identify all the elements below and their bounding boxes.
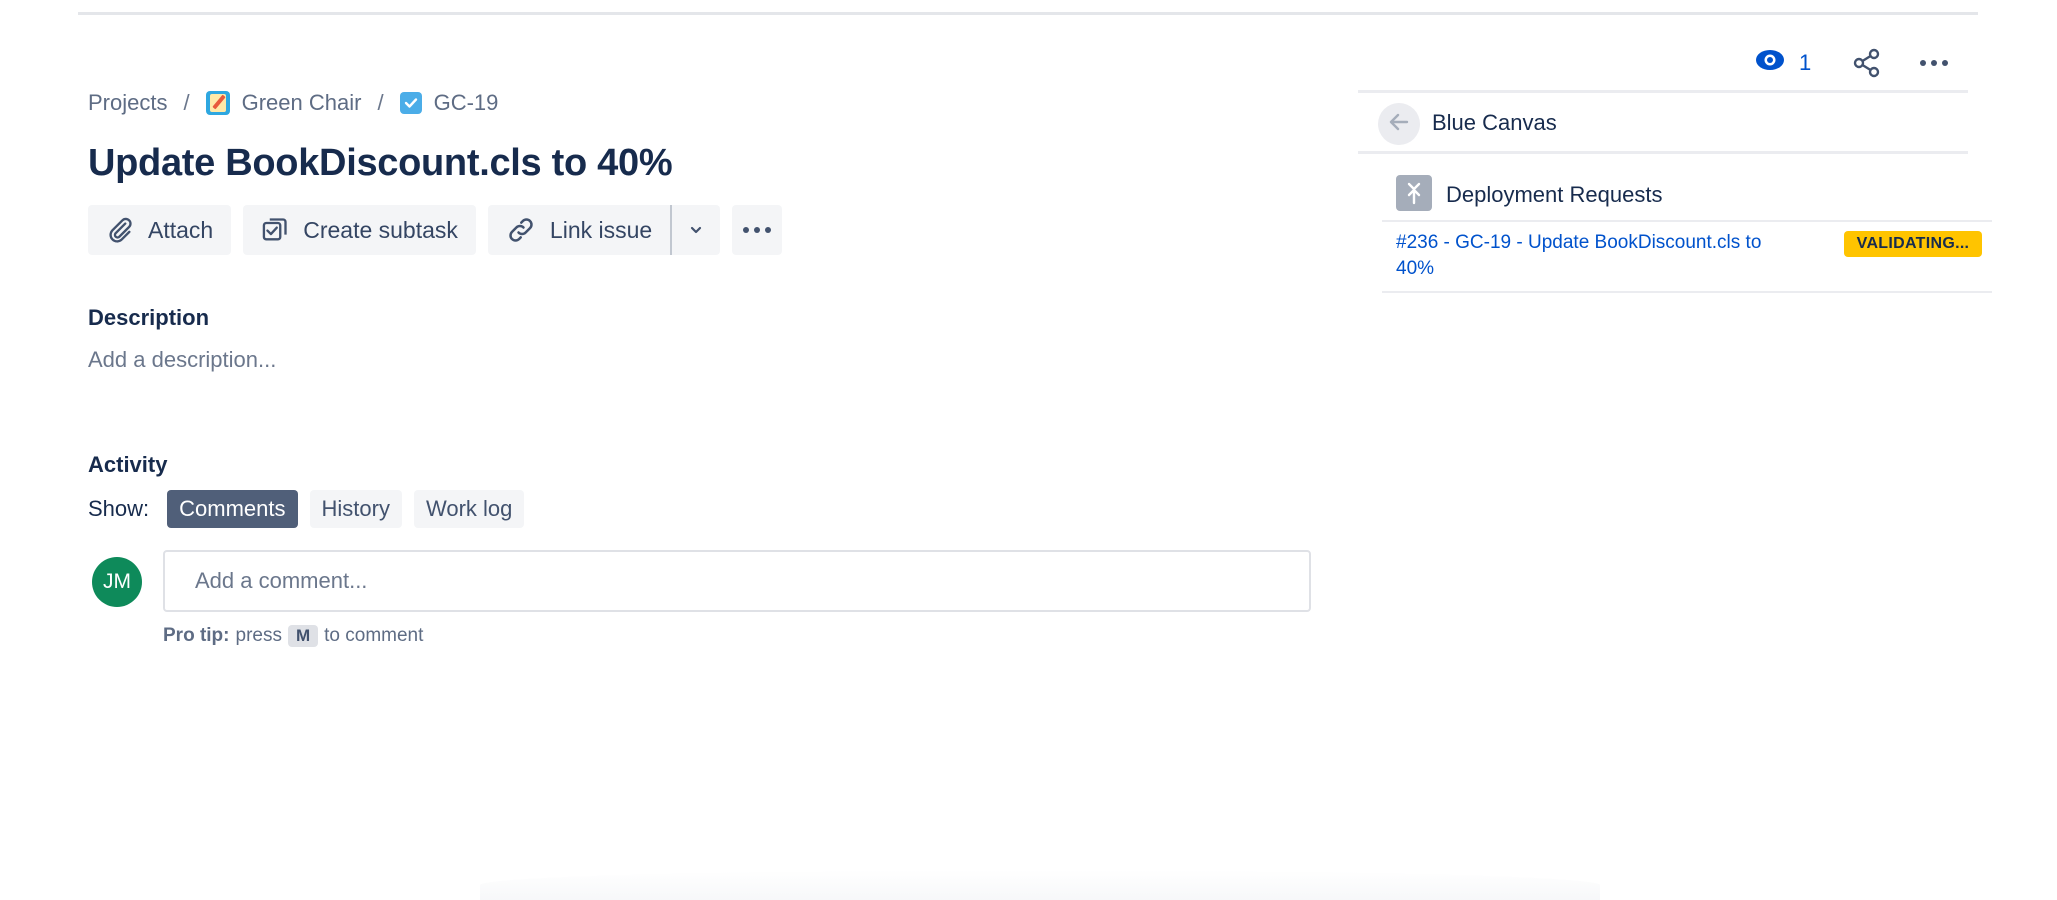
description-heading: Description — [88, 305, 210, 330]
more-actions-button[interactable] — [732, 205, 783, 255]
more-icon — [743, 227, 772, 233]
top-divider — [78, 12, 1978, 15]
status-badge: VALIDATING... — [1844, 231, 1982, 257]
pro-tip: Pro tip: press M to comment — [163, 625, 423, 647]
activity-filter: Show: Comments History Work log — [88, 490, 525, 528]
deployment-requests-title: Deployment Requests — [1446, 182, 1663, 207]
create-subtask-button[interactable]: Create subtask — [243, 205, 476, 255]
activity-heading: Activity — [88, 452, 168, 477]
chevron-down-icon — [688, 222, 704, 238]
issue-toolbar: Attach Create subtask Link issue — [88, 205, 783, 255]
pro-tip-key: M — [287, 625, 319, 647]
breadcrumb-project[interactable]: Green Chair — [205, 90, 362, 116]
panel-divider — [1358, 151, 1968, 154]
link-issue-split-button: Link issue — [487, 205, 721, 255]
link-issue-label: Link issue — [549, 216, 653, 243]
breadcrumb-issue[interactable]: GC-19 — [399, 90, 499, 116]
breadcrumb-issue-key: GC-19 — [433, 90, 499, 115]
link-issue-button[interactable]: Link issue — [487, 205, 671, 255]
more-icon — [1920, 60, 1948, 66]
link-icon — [506, 215, 536, 245]
create-subtask-label: Create subtask — [303, 216, 458, 243]
paperclip-icon — [106, 216, 134, 244]
breadcrumb-separator: / — [183, 90, 190, 115]
bottom-shadow — [480, 870, 1600, 900]
deployment-icon — [1396, 175, 1432, 211]
row-divider — [1382, 220, 1992, 222]
deployment-request-link[interactable]: #236 - GC-19 - Update BookDiscount.cls t… — [1396, 230, 1786, 282]
back-button[interactable] — [1378, 103, 1420, 145]
show-label: Show: — [88, 496, 150, 521]
watch-button[interactable]: 1 — [1755, 48, 1811, 78]
task-icon — [399, 92, 422, 114]
attach-label: Attach — [148, 216, 214, 243]
breadcrumb-project-label: Green Chair — [241, 90, 362, 115]
pro-tip-text-before: press — [235, 625, 282, 646]
breadcrumb-separator: / — [377, 90, 384, 115]
pro-tip-label: Pro tip: — [163, 625, 230, 646]
breadcrumb: Projects / Green Chair / GC-19 — [88, 88, 498, 118]
project-icon — [205, 91, 230, 115]
description-field[interactable]: Add a description... — [88, 347, 276, 373]
subtask-icon — [261, 216, 289, 244]
panel-divider — [1358, 90, 1968, 93]
panel-more-button[interactable] — [1920, 60, 1948, 66]
back-arrow-icon — [1387, 110, 1411, 139]
watchers-count: 1 — [1799, 50, 1812, 75]
link-issue-dropdown[interactable] — [670, 205, 721, 255]
pro-tip-text-after: to comment — [324, 625, 424, 646]
avatar[interactable]: JM — [92, 557, 142, 607]
share-button[interactable] — [1852, 48, 1882, 83]
canvas-name: Blue Canvas — [1432, 110, 1557, 135]
tab-history[interactable]: History — [309, 490, 402, 528]
eye-icon — [1755, 48, 1785, 78]
row-divider — [1382, 291, 1992, 293]
tab-work-log[interactable]: Work log — [413, 490, 525, 528]
share-icon — [1852, 48, 1882, 82]
comment-input[interactable]: Add a comment... — [163, 550, 1311, 612]
breadcrumb-projects[interactable]: Projects — [88, 90, 167, 116]
tab-comments[interactable]: Comments — [167, 490, 298, 528]
attach-button[interactable]: Attach — [88, 205, 232, 255]
page-title[interactable]: Update BookDiscount.cls to 40% — [88, 142, 673, 185]
